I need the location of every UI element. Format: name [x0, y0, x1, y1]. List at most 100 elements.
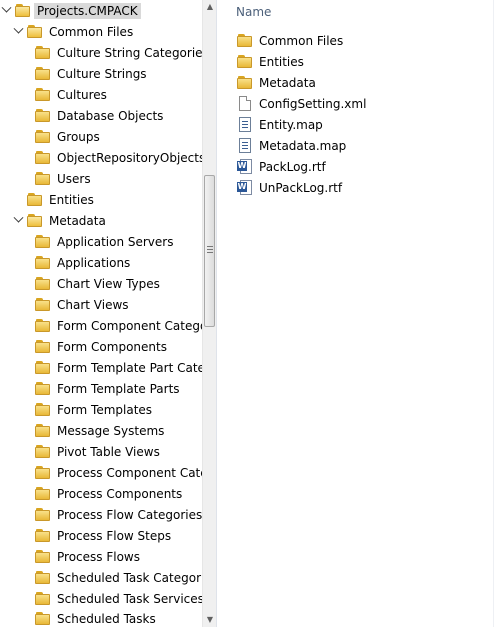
tree-item-entities[interactable]: Entities	[15, 189, 94, 210]
folder-icon	[35, 318, 51, 333]
list-item-unpacklog-rtf[interactable]: W UnPackLog.rtf	[237, 177, 342, 198]
sort-indicator-icon: ^	[354, 0, 362, 6]
tree-item-label: Applications	[57, 255, 131, 270]
tree-item-process-components[interactable]: Process Components	[23, 483, 182, 504]
tree-item-form-components[interactable]: Form Components	[23, 336, 167, 357]
tree-item-label: Process Component Categories	[57, 465, 202, 480]
tree-item-label: Chart View Types	[57, 276, 160, 291]
list-item-metadata[interactable]: Metadata	[237, 72, 316, 93]
folder-icon	[237, 75, 253, 90]
tree-item-label: Culture String Categories	[57, 45, 202, 60]
tree-item-scheduled-task-categories[interactable]: Scheduled Task Categories	[23, 567, 202, 588]
tree-item-pivot-table-views[interactable]: Pivot Table Views	[23, 441, 160, 462]
list-item-label: UnPackLog.rtf	[259, 180, 343, 195]
tree-item-label: Chart Views	[57, 297, 129, 312]
tree-item-culture-strings[interactable]: Culture Strings	[23, 63, 147, 84]
tree-item-label: Culture Strings	[57, 66, 147, 81]
vertical-scrollbar[interactable]: ▲ ▼	[202, 0, 216, 627]
folder-icon	[237, 54, 253, 69]
folder-icon	[35, 66, 51, 81]
tree-item-process-flow-categories[interactable]: Process Flow Categories	[23, 504, 202, 525]
tree-item-label: Form Templates	[57, 402, 153, 417]
tree-item-process-flows[interactable]: Process Flows	[23, 546, 140, 567]
list-item-entities[interactable]: Entities	[237, 51, 304, 72]
folder-icon	[35, 549, 51, 564]
folder-icon	[35, 570, 51, 585]
list-item-label: Metadata	[259, 75, 316, 90]
tree-item-label: Metadata	[49, 213, 106, 228]
tree-item-message-systems[interactable]: Message Systems	[23, 420, 164, 441]
list-item-label: Metadata.map	[259, 138, 347, 153]
tree-item-users[interactable]: Users	[23, 168, 91, 189]
tree-item-process-component-categories[interactable]: Process Component Categories	[23, 462, 202, 483]
xml-file-icon	[239, 96, 251, 111]
tree-item-label: Form Template Parts	[57, 381, 180, 396]
folder-icon	[35, 45, 51, 60]
folder-icon	[35, 611, 51, 626]
tree-item-label: Process Flow Steps	[57, 528, 172, 543]
folder-icon	[35, 486, 51, 501]
tree-item-scheduled-task-services[interactable]: Scheduled Task Services	[23, 588, 202, 609]
scroll-thumb[interactable]	[204, 175, 215, 327]
scroll-up-arrow-icon[interactable]: ▲	[203, 0, 216, 14]
tree-item-scheduled-tasks[interactable]: Scheduled Tasks	[23, 608, 156, 627]
tree-item-chart-views[interactable]: Chart Views	[23, 294, 129, 315]
folder-icon	[35, 381, 51, 396]
tree-item-applications[interactable]: Applications	[23, 252, 130, 273]
list-item-entity-map[interactable]: Entity.map	[237, 114, 323, 135]
folder-icon	[35, 423, 51, 438]
tree-item-chart-view-types[interactable]: Chart View Types	[23, 273, 160, 294]
tree-item-metadata[interactable]: Metadata	[13, 210, 106, 231]
tree-item-form-template-part-categories[interactable]: Form Template Part Categories	[23, 357, 202, 378]
expand-arrow-icon[interactable]	[13, 212, 24, 223]
tree-item-groups[interactable]: Groups	[23, 126, 100, 147]
tree-item-cultures[interactable]: Cultures	[23, 84, 107, 105]
tree-item-label: Users	[57, 171, 91, 186]
grip-icon	[207, 246, 213, 253]
tree-item-projects-cmpack[interactable]: Projects.CMPACK	[1, 0, 141, 21]
expand-arrow-icon[interactable]	[1, 2, 12, 13]
scroll-down-arrow-icon[interactable]: ▼	[203, 613, 216, 627]
folder-icon	[35, 87, 51, 102]
folder-icon	[35, 360, 51, 375]
tree-item-label: Process Components	[57, 486, 183, 501]
tree-item-application-servers[interactable]: Application Servers	[23, 231, 173, 252]
folder-icon	[35, 276, 51, 291]
tree-item-label: Process Flows	[57, 549, 140, 564]
folder-icon	[15, 3, 31, 18]
tree-item-label: Cultures	[57, 87, 107, 102]
map-file-icon	[239, 138, 251, 153]
column-header-name[interactable]: Name	[236, 5, 271, 19]
folder-icon	[35, 444, 51, 459]
list-item-metadata-map[interactable]: Metadata.map	[237, 135, 346, 156]
tree-item-label: ObjectRepositoryObjects	[57, 150, 202, 165]
word-doc-icon: W	[237, 159, 253, 174]
expand-arrow-icon[interactable]	[13, 23, 24, 34]
tree-item-form-templates[interactable]: Form Templates	[23, 399, 152, 420]
tree-item-label: Form Components	[57, 339, 167, 354]
tree-item-label: Message Systems	[57, 423, 165, 438]
list-item-config-setting-xml[interactable]: ConfigSetting.xml	[237, 93, 366, 114]
folder-icon	[35, 465, 51, 480]
tree-item-label: Form Template Part Categories	[57, 360, 202, 375]
list-item-label: PackLog.rtf	[259, 159, 326, 174]
tree-item-culture-string-categories[interactable]: Culture String Categories	[23, 42, 202, 63]
folder-icon	[35, 255, 51, 270]
folder-icon	[27, 192, 43, 207]
list-item-label: Entities	[259, 54, 304, 69]
list-item-packlog-rtf[interactable]: W PackLog.rtf	[237, 156, 326, 177]
tree-item-label: Projects.CMPACK	[34, 2, 141, 19]
file-list-pane: Name ^ Common Files Entities Metadata Co…	[217, 0, 494, 627]
tree-item-label: Scheduled Task Categories	[57, 570, 202, 585]
folder-icon	[35, 402, 51, 417]
tree-item-object-repository-objects[interactable]: ObjectRepositoryObjects	[23, 147, 202, 168]
column-header-label: Name	[236, 5, 272, 19]
list-item-common-files[interactable]: Common Files	[237, 30, 343, 51]
tree-item-form-component-categories[interactable]: Form Component Categories	[23, 315, 202, 336]
word-doc-icon: W	[237, 180, 253, 195]
list-item-label: ConfigSetting.xml	[259, 96, 367, 111]
tree-item-database-objects[interactable]: Database Objects	[23, 105, 163, 126]
tree-item-form-template-parts[interactable]: Form Template Parts	[23, 378, 180, 399]
tree-item-process-flow-steps[interactable]: Process Flow Steps	[23, 525, 171, 546]
tree-item-common-files[interactable]: Common Files	[13, 21, 133, 42]
